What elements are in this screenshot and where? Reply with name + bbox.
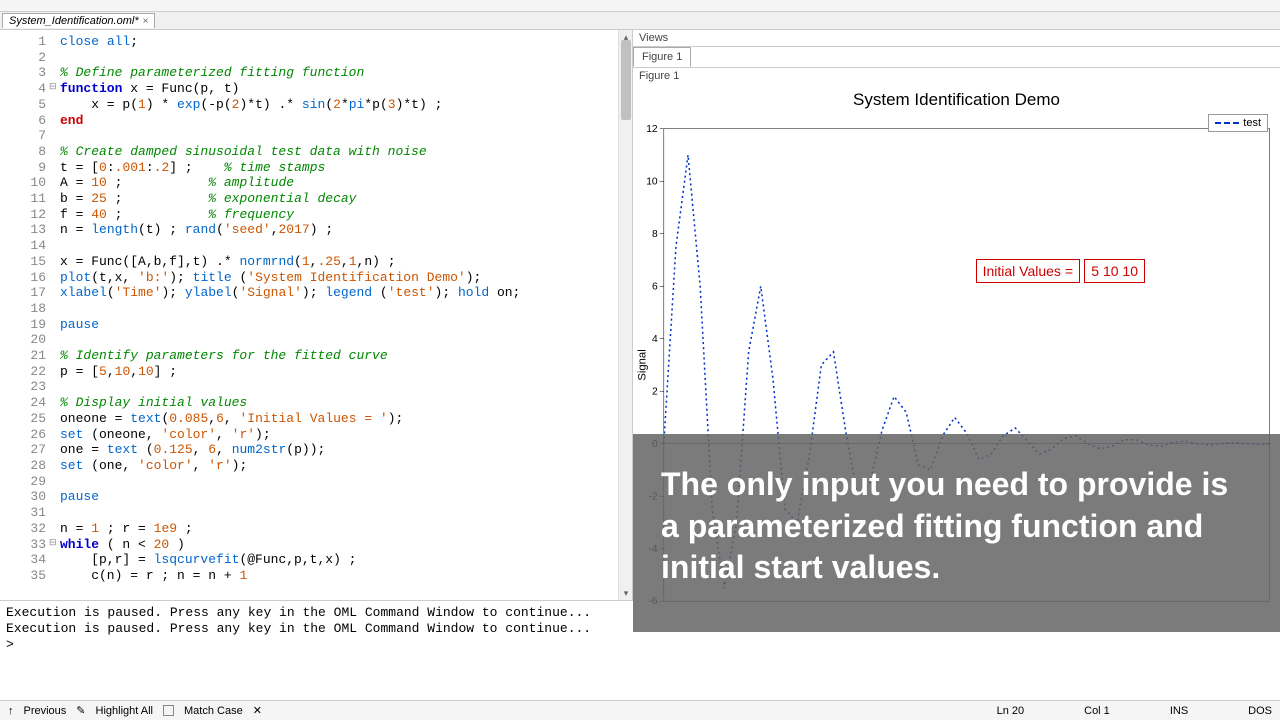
fold-icon[interactable]: ⊟ [49, 81, 57, 92]
scroll-thumb[interactable] [621, 40, 631, 120]
highlight-all-button[interactable]: Highlight All [96, 705, 153, 717]
svg-text:6: 6 [652, 281, 658, 292]
code-editor[interactable]: 1234567891011121314151617181920212223242… [0, 30, 633, 600]
overlay-text: The only input you need to provide is a … [661, 464, 1252, 589]
file-tab[interactable]: System_Identification.oml* × [2, 13, 155, 28]
console-prompt[interactable]: > [6, 637, 1274, 652]
prev-icon[interactable]: ↑ [8, 705, 14, 717]
previous-button[interactable]: Previous [24, 705, 67, 717]
svg-text:10: 10 [646, 176, 658, 187]
code-text[interactable]: close all; % Define parameterized fittin… [52, 30, 618, 600]
tutorial-overlay: The only input you need to provide is a … [633, 434, 1280, 632]
file-tab-label: System_Identification.oml* [9, 15, 139, 27]
highlight-icon[interactable]: ✎ [76, 704, 85, 717]
line-gutter: 1234567891011121314151617181920212223242… [0, 30, 52, 600]
figure-tab[interactable]: Figure 1 [633, 47, 691, 67]
chart-title: System Identification Demo [633, 84, 1280, 116]
views-label: Views [633, 30, 1280, 47]
figure-label: Figure 1 [633, 68, 1280, 84]
main-split: 1234567891011121314151617181920212223242… [0, 30, 1280, 600]
status-col: Col 1 [1084, 705, 1110, 717]
status-eol: DOS [1248, 705, 1272, 717]
close-icon[interactable]: × [143, 16, 149, 27]
svg-text:4: 4 [652, 334, 658, 345]
editor-tab-bar: System_Identification.oml* × [0, 12, 1280, 30]
editor-scrollbar[interactable]: ▴ ▾ [618, 30, 632, 600]
status-line: Ln 20 [997, 705, 1025, 717]
scroll-down-icon[interactable]: ▾ [621, 588, 631, 598]
chart-container: System Identification Demo -6-4-20246810… [633, 84, 1280, 632]
close-search-icon[interactable]: ✕ [253, 704, 262, 717]
legend-label: test [1243, 117, 1261, 129]
svg-text:Signal: Signal [636, 349, 648, 380]
annotation-initial-values: 5 10 10 [1084, 259, 1145, 283]
svg-text:8: 8 [652, 229, 658, 240]
views-panel: Views Figure 1 Figure 1 System Identific… [633, 30, 1280, 600]
legend-line-icon [1215, 122, 1239, 124]
prompt-char: > [6, 637, 14, 652]
match-case-label: Match Case [184, 705, 243, 717]
svg-text:12: 12 [646, 124, 658, 135]
chart-legend: test [1208, 114, 1268, 132]
fold-icon[interactable]: ⊟ [49, 537, 57, 548]
top-toolbar [0, 0, 1280, 12]
status-ins: INS [1170, 705, 1188, 717]
svg-text:2: 2 [652, 386, 658, 397]
status-bar: ↑ Previous ✎ Highlight All Match Case ✕ … [0, 700, 1280, 720]
match-case-checkbox[interactable] [163, 705, 174, 716]
annotation-initial-label: Initial Values = [976, 259, 1080, 283]
console-input[interactable] [20, 637, 120, 652]
